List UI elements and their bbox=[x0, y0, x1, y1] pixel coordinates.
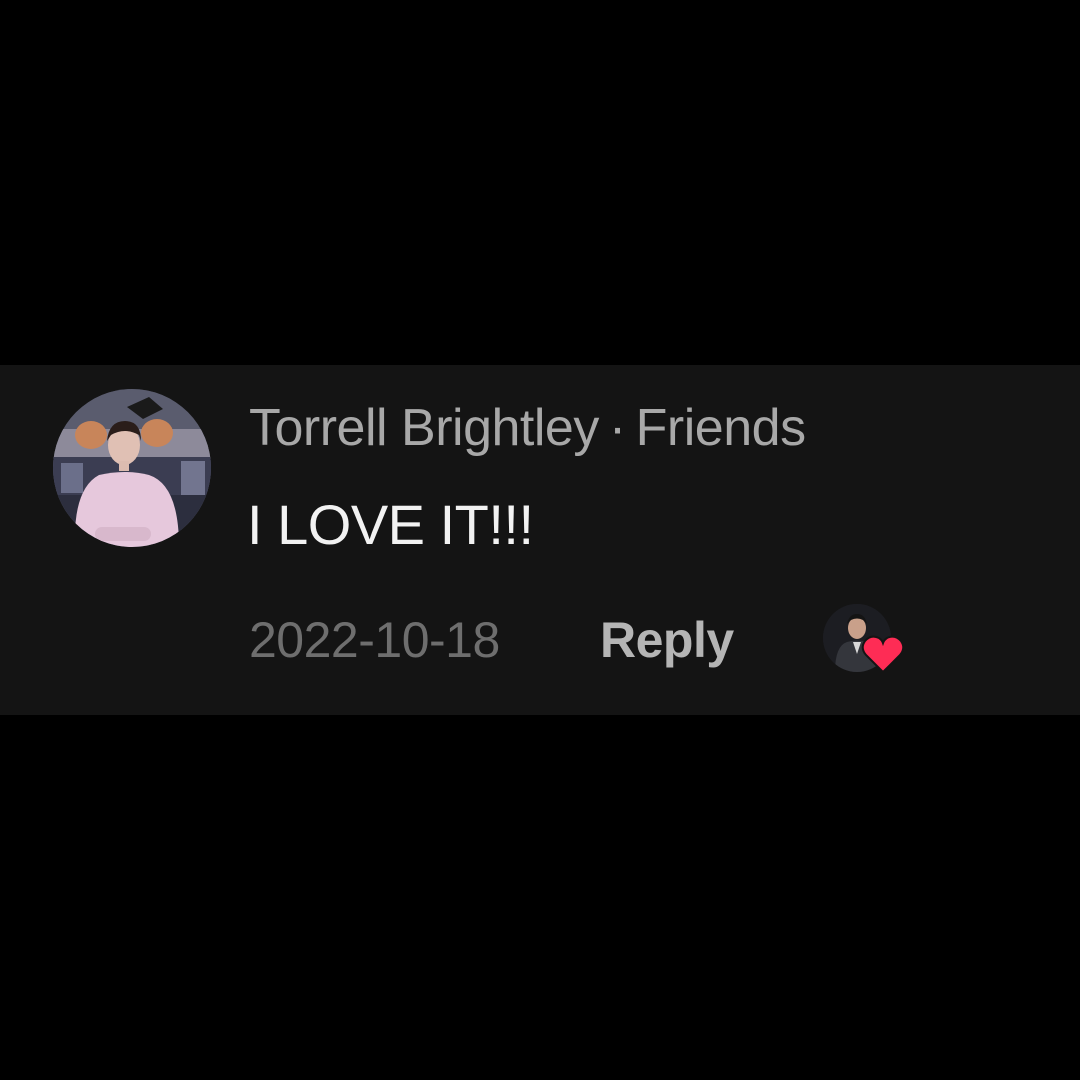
relationship-label: Friends bbox=[635, 399, 806, 457]
commenter-avatar-image bbox=[53, 389, 211, 547]
heart-icon bbox=[861, 634, 905, 674]
author-separator: · bbox=[608, 399, 626, 457]
creator-liked-indicator bbox=[823, 604, 907, 678]
comment-text: I LOVE IT!!! bbox=[247, 493, 534, 556]
comment-date: 2022-10-18 bbox=[249, 612, 500, 668]
author-name[interactable]: Torrell Brightley bbox=[249, 399, 599, 457]
commenter-avatar[interactable] bbox=[53, 389, 211, 547]
reply-button[interactable]: Reply bbox=[600, 608, 734, 672]
comment-author-line: Torrell Brightley · Friends bbox=[249, 396, 806, 460]
